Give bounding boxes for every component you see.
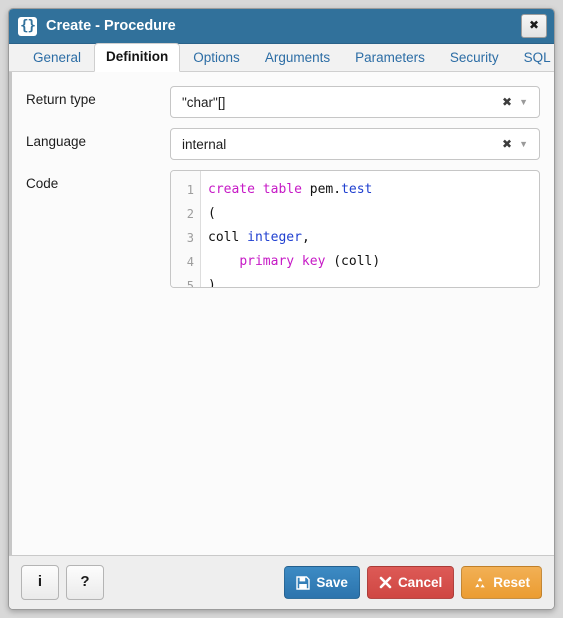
code-line: coll integer, bbox=[208, 226, 539, 250]
recycle-icon bbox=[473, 576, 487, 590]
code-label: Code bbox=[26, 176, 59, 191]
code-token: . bbox=[333, 182, 342, 197]
footer-left-group: i ? bbox=[21, 565, 284, 600]
code-token: primary key bbox=[239, 254, 326, 269]
language-control: internal ✖ ▼ bbox=[170, 128, 540, 160]
tab-arguments[interactable]: Arguments bbox=[253, 44, 342, 72]
code-editor[interactable]: 1 2 3 4 5 create table pem.test ( coll integer… bbox=[170, 170, 540, 288]
tab-definition[interactable]: Definition bbox=[94, 43, 181, 72]
code-token: (coll) bbox=[325, 254, 381, 269]
close-icon[interactable]: ✖ bbox=[521, 14, 547, 38]
code-token: test bbox=[341, 182, 373, 197]
chevron-down-icon[interactable]: ▼ bbox=[519, 139, 531, 149]
clear-icon[interactable]: ✖ bbox=[495, 137, 519, 151]
tab-options[interactable]: Options bbox=[181, 44, 252, 72]
tab-sql[interactable]: SQL bbox=[512, 44, 554, 72]
dialog-titlebar: {} Create - Procedure ✖ bbox=[9, 9, 554, 44]
return-type-label: Return type bbox=[26, 92, 96, 107]
dialog-title: Create - Procedure bbox=[46, 18, 176, 34]
code-control: 1 2 3 4 5 create table pem.test ( coll integer… bbox=[170, 170, 540, 288]
gutter-line-number: 1 bbox=[186, 183, 194, 197]
tab-parameters[interactable]: Parameters bbox=[343, 44, 437, 72]
return-type-select[interactable]: "char"[] ✖ ▼ bbox=[170, 86, 540, 118]
gutter-line-number: 3 bbox=[186, 231, 194, 245]
save-button-label: Save bbox=[316, 575, 348, 590]
code-gutter: 1 2 3 4 5 bbox=[171, 171, 201, 287]
code-token: create table bbox=[208, 182, 310, 197]
language-label: Language bbox=[26, 134, 87, 149]
code-row: Code 1 2 3 4 5 create table pem.test ( coll in… bbox=[26, 170, 540, 288]
dialog-footer: i ? Save Cancel Reset bbox=[9, 555, 554, 609]
cancel-button[interactable]: Cancel bbox=[366, 566, 455, 599]
cancel-button-label: Cancel bbox=[397, 575, 443, 590]
tab-bar: General Definition Options Arguments Par… bbox=[9, 43, 554, 72]
code-line: ) bbox=[208, 274, 539, 288]
code-line: ( bbox=[208, 202, 539, 226]
language-select[interactable]: internal ✖ ▼ bbox=[170, 128, 540, 160]
reset-button[interactable]: Reset bbox=[461, 566, 542, 599]
return-type-value: "char"[] bbox=[182, 94, 226, 110]
tab-general[interactable]: General bbox=[21, 44, 93, 72]
code-line: create table pem.test bbox=[208, 178, 539, 202]
return-type-control: "char"[] ✖ ▼ bbox=[170, 86, 540, 118]
code-token: ( bbox=[208, 206, 216, 221]
gutter-line-number: 5 bbox=[186, 279, 194, 288]
create-procedure-dialog: {} Create - Procedure ✖ General Definiti… bbox=[8, 8, 555, 610]
code-token: integer bbox=[247, 230, 302, 245]
definition-panel: Return type "char"[] ✖ ▼ Language intern… bbox=[9, 72, 554, 555]
floppy-disk-icon bbox=[296, 575, 311, 590]
language-value: internal bbox=[182, 136, 227, 152]
code-token: coll bbox=[208, 230, 248, 245]
clear-icon[interactable]: ✖ bbox=[495, 95, 519, 109]
help-icon[interactable]: ? bbox=[66, 565, 104, 600]
code-line: primary key (coll) bbox=[208, 250, 539, 274]
code-token: pem bbox=[309, 182, 334, 197]
code-lines[interactable]: create table pem.test ( coll integer, prim… bbox=[201, 171, 539, 287]
info-icon[interactable]: i bbox=[21, 565, 59, 600]
return-type-row: Return type "char"[] ✖ ▼ bbox=[26, 86, 540, 118]
reset-button-label: Reset bbox=[493, 575, 530, 590]
tab-security[interactable]: Security bbox=[438, 44, 511, 72]
code-token: , bbox=[301, 230, 310, 245]
language-row: Language internal ✖ ▼ bbox=[26, 128, 540, 160]
save-button[interactable]: Save bbox=[284, 566, 360, 599]
chevron-down-icon[interactable]: ▼ bbox=[519, 97, 531, 107]
gutter-line-number: 2 bbox=[186, 207, 194, 221]
gutter-line-number: 4 bbox=[186, 255, 194, 269]
footer-right-group: Save Cancel Reset bbox=[284, 566, 542, 599]
close-x-icon bbox=[379, 576, 392, 589]
procedure-braces-icon: {} bbox=[18, 16, 37, 36]
code-token: ) bbox=[208, 278, 216, 288]
